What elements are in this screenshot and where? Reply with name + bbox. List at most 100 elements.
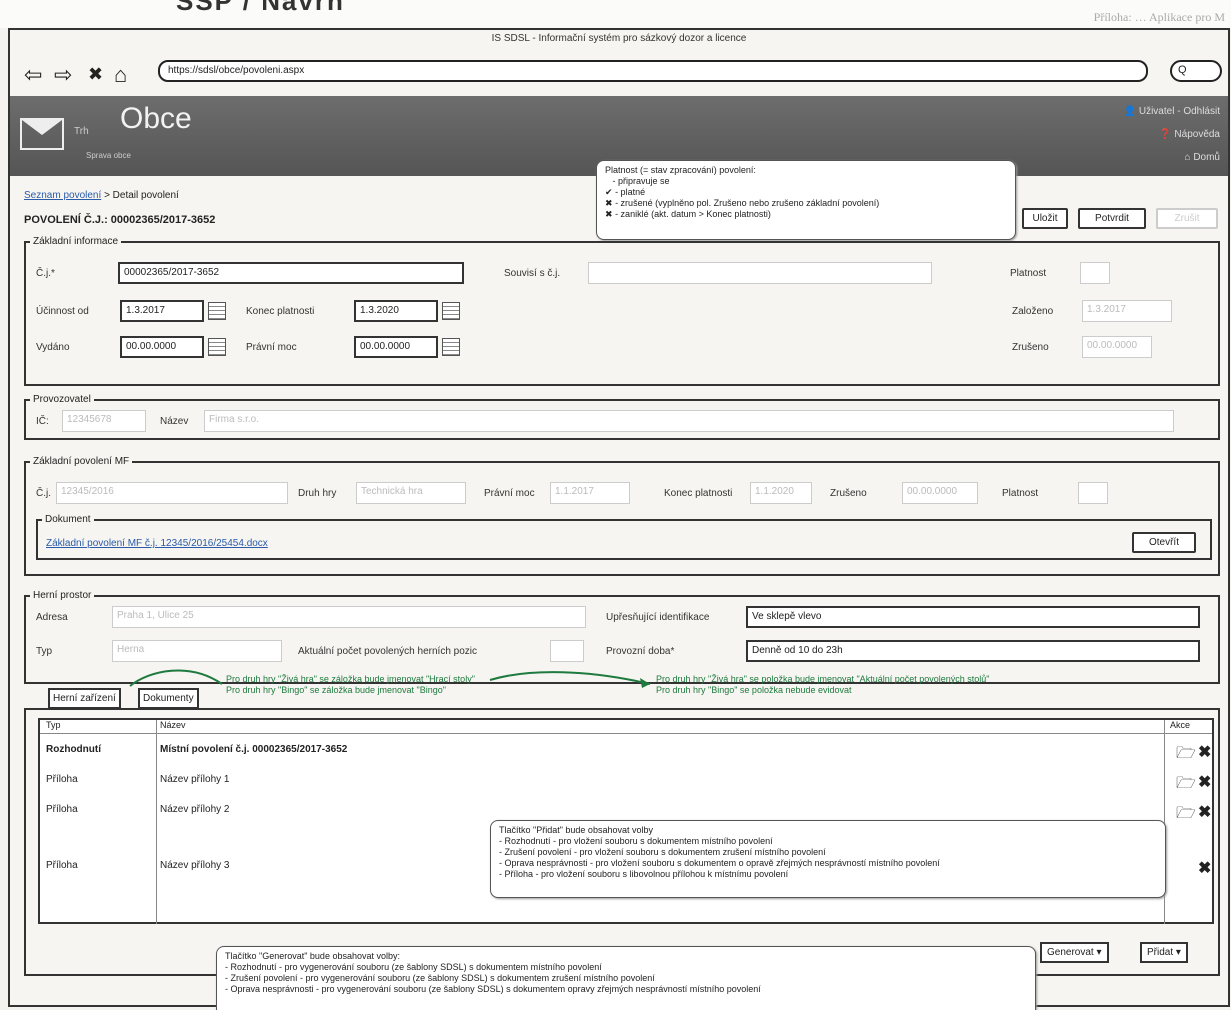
related-label: Souvisí s č.j. [504,268,561,279]
help-link[interactable]: ❓ Nápověda [1124,123,1220,146]
open-folder-icon[interactable]: 🗁 [1176,742,1196,769]
header-links: 👤 Uživatel - Odhlásit ❓ Nápověda ⌂ Domů [1124,100,1220,169]
tab-note-2: Pro druh hry "Bingo" se záložka bude jme… [226,685,446,695]
search-icon: Q [1178,64,1187,76]
mf-end-field: 1.1.2020 [750,482,812,504]
legal-force-label: Právní moc [246,342,297,353]
validity-callout-title: Platnost (= stav zpracování) povolení: [605,165,756,175]
close-icon[interactable]: ✖ [88,64,103,85]
field-note: Pro druh hry "Živá hra" se položka bude … [656,674,989,696]
url-bar[interactable]: https://sdsl/obce/povoleni.aspx [158,60,1148,82]
operator-legend: Provozovatel [33,394,91,405]
address-label: Adresa [36,612,68,623]
add-option-3: - Oprava nesprávnosti - pro vložení soub… [499,858,940,868]
app-small-label: Trh [74,126,89,137]
browser-window: IS SDSL - Informační systém pro sázkový … [8,28,1230,1010]
row-name: Název přílohy 2 [160,804,230,815]
top-strip: SSP / Návrh Příloha: … Aplikace pro M [0,0,1231,28]
page-title: POVOLENÍ Č.J.: 00002365/2017-3652 [24,214,216,226]
mf-document-link[interactable]: Základní povolení MF č.j. 12345/2016/254… [46,538,268,549]
forward-icon[interactable]: ⇨ [54,62,72,88]
legal-force-input[interactable]: 00.00.0000 [354,336,438,358]
validity-label: Platnost [1010,268,1047,279]
mf-document-section: Dokument [36,514,1212,560]
tab-note-1: Pro druh hry "Živá hra" se záložka bude … [226,674,475,684]
mf-cj-label: Č.j. [36,488,51,499]
add-dropdown-button[interactable]: Přidat ▾ [1140,942,1188,963]
mf-cancel-field: 00.00.0000 [902,482,978,504]
validity-item-preparing: - připravuje se [605,176,1007,187]
user-logout-link[interactable]: 👤 Uživatel - Odhlásit [1124,100,1220,123]
calendar-icon[interactable] [208,302,226,320]
home-link[interactable]: ⌂ Domů [1124,146,1220,169]
table-row[interactable]: Příloha Název přílohy 1 🗁 ✖ [40,774,1212,794]
end-validity-label: Konec platnosti [246,306,315,317]
delete-icon[interactable]: ✖ [1198,858,1211,878]
check-icon: ✔ [605,187,613,197]
cj-input[interactable]: 00002365/2017-3652 [118,262,464,284]
table-row[interactable]: Rozhodnutí Místní povolení č.j. 00002365… [40,744,1212,764]
generate-option-3: - Oprava nesprávnosti - pro vygenerování… [225,984,761,994]
tab-note: Pro druh hry "Živá hra" se záložka bude … [226,674,475,696]
calendar-icon[interactable] [208,338,226,356]
validity-item-preparing-text: - připravuje se [612,176,670,186]
created-label: Založeno [1012,306,1054,317]
envelope-icon [20,118,64,150]
search-box[interactable]: Q [1170,60,1222,82]
top-left-text: SSP / Návrh [176,0,345,16]
row-type: Příloha [46,860,78,871]
validity-callout: Platnost (= stav zpracování) povolení: -… [596,160,1016,240]
game-type-field: Technická hra [356,482,466,504]
breadcrumb: Seznam povolení > Detail povolení [24,190,179,201]
issued-input[interactable]: 00.00.0000 [120,336,204,358]
mf-validity-label: Platnost [1002,488,1039,499]
related-input[interactable] [588,262,932,284]
cancel-button[interactable]: Zrušit [1156,208,1218,229]
delete-icon[interactable]: ✖ [1198,742,1211,762]
cancelled-field: 00.00.0000 [1082,336,1152,358]
row-type: Příloha [46,804,78,815]
field-note-2: Pro druh hry "Bingo" se položka nebude e… [656,685,852,695]
mf-cancel-label: Zrušeno [830,488,867,499]
delete-icon[interactable]: ✖ [1198,802,1211,822]
open-button[interactable]: Otevřít [1132,532,1196,553]
ico-label: IČ: [36,416,49,427]
add-callout-title: Tlačítko "Přidat" bude obsahovat volby [499,825,653,835]
delete-icon[interactable]: ✖ [1198,772,1211,792]
calendar-icon[interactable] [442,302,460,320]
cross-icon: ✖ [605,209,613,219]
end-validity-input[interactable]: 1.3.2020 [354,300,438,322]
home-icon[interactable]: ⌂ [114,62,127,88]
col-type-header: Typ [46,720,61,730]
cj-label: Č.j.* [36,268,55,279]
spec-id-input[interactable]: Ve sklepě vlevo [746,606,1200,628]
tab-gaming-devices[interactable]: Herní zařízení [48,688,121,709]
effective-from-label: Účinnost od [36,306,89,317]
calendar-icon[interactable] [442,338,460,356]
confirm-button[interactable]: Potvrdit [1078,208,1146,229]
app-title: Obce [120,102,192,135]
back-icon[interactable]: ⇦ [24,62,42,88]
user-logout-label: Uživatel - Odhlásit [1138,106,1220,117]
open-folder-icon[interactable]: 🗁 [1176,772,1196,799]
effective-from-input[interactable]: 1.3.2017 [120,300,204,322]
save-button[interactable]: Uložit [1022,208,1068,229]
tab-documents[interactable]: Dokumenty [138,688,199,709]
cross-icon: ✖ [605,198,613,208]
spec-id-label: Upřesňující identifikace [606,612,710,623]
generate-callout: Tlačítko "Generovat" bude obsahovat volb… [216,946,1036,1010]
add-option-4: - Příloha - pro vložení souboru s libovo… [499,869,789,879]
venue-legend: Herní prostor [33,590,92,601]
validity-field [1080,262,1110,284]
positions-count-field [550,640,584,662]
home-label: Domů [1193,152,1220,163]
hours-label: Provozní doba* [606,646,675,657]
add-option-1: - Rozhodnutí - pro vložení souboru s dok… [499,836,773,846]
breadcrumb-list-link[interactable]: Seznam povolení [24,190,101,201]
created-field: 1.3.2017 [1082,300,1172,322]
hours-input[interactable]: Denně od 10 do 23h [746,640,1200,662]
row-type: Příloha [46,774,78,785]
open-folder-icon[interactable]: 🗁 [1176,802,1196,829]
venue-section: Herní prostor [24,590,1220,684]
generate-dropdown-button[interactable]: Generovat ▾ [1040,942,1109,963]
